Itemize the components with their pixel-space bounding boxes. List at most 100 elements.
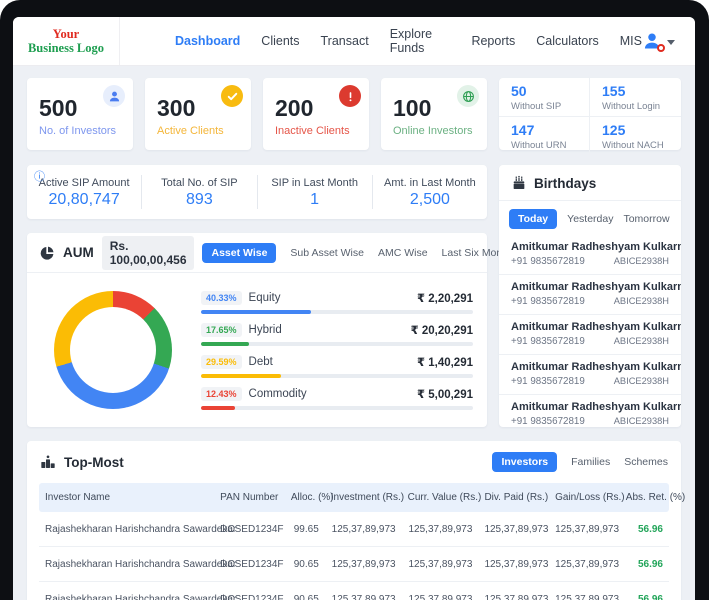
tab-today[interactable]: Today (509, 209, 557, 229)
cell-without-sip[interactable]: 50 Without SIP (499, 78, 590, 117)
col-curr-value[interactable]: Curr. Value (Rs.) (402, 483, 479, 512)
birthday-cake-icon (511, 175, 527, 191)
pct-badge: 12.43% (201, 387, 242, 401)
asset-amount: ₹ 2,20,291 (417, 291, 473, 305)
business-logo[interactable]: Your Business Logo (13, 17, 120, 65)
progress-track (201, 310, 473, 314)
col-investment[interactable]: Investment (Rs.) (325, 483, 402, 512)
table-row[interactable]: Rajashekharan Harishchandra Sawardekar D… (39, 582, 669, 600)
progress-fill (201, 310, 311, 314)
card-no-of-investors[interactable]: 500 No. of Investors (27, 78, 133, 150)
globe-icon (457, 85, 479, 107)
topmost-card: Top-Most Investors Families Schemes (27, 441, 681, 600)
cell-without-nach[interactable]: 125 Without NACH (590, 117, 681, 155)
user-avatar-icon (642, 31, 662, 51)
mini-value: 125 (602, 122, 669, 138)
podium-chart-icon (40, 454, 56, 470)
cell-without-urn[interactable]: 147 Without URN (499, 117, 590, 155)
aum-total-badge: Rs. 100,00,00,456 (102, 236, 195, 270)
col-alloc[interactable]: Alloc. (%) (285, 483, 325, 512)
table-row[interactable]: Rajashekharan Harishchandra Sawardekar D… (39, 547, 669, 582)
stat-label: No. of Investors (39, 125, 121, 137)
progress-fill (201, 374, 281, 378)
nav-reports[interactable]: Reports (471, 34, 515, 48)
phone: +91 9835672819 (511, 376, 585, 387)
card-online-investors[interactable]: 100 Online Investors (381, 78, 487, 150)
table-row[interactable]: Rajashekharan Harishchandra Sawardekar D… (39, 512, 669, 547)
mini-label: Without Login (602, 101, 669, 112)
asset-amount: ₹ 5,00,291 (417, 387, 473, 401)
stat-label: Active Clients (157, 125, 239, 137)
progress-fill (201, 406, 235, 410)
tab-yesterday[interactable]: Yesterday (567, 213, 613, 225)
sip-last-month-amount: Amt. in Last Month 2,500 (372, 175, 487, 209)
progress-track (201, 406, 473, 410)
birthday-list-item: Amitkumar Radheshyam Kulkarni +91 983567… (499, 315, 681, 355)
col-investor-name[interactable]: Investor Name (39, 483, 214, 512)
sip-total-count: Total No. of SIP 893 (141, 175, 256, 209)
pan: ABICE2938H (614, 256, 669, 267)
tab-amc-wise[interactable]: AMC Wise (378, 247, 428, 259)
phone: +91 9835672819 (511, 256, 585, 267)
table-header-row: Investor Name PAN Number Alloc. (%) Inve… (39, 483, 669, 512)
logo-line1: Your (53, 27, 79, 41)
col-abs-ret[interactable]: Abs. Ret. (%) (620, 483, 669, 512)
phone: +91 9835672819 (511, 336, 585, 347)
tab-asset-wise[interactable]: Asset Wise (202, 243, 276, 263)
asset-amount: ₹ 20,20,291 (411, 323, 473, 337)
alloc-row-equity: 40.33% Equity ₹ 2,20,291 (201, 291, 473, 314)
birthdays-list: Amitkumar Radheshyam Kulkarni +91 983567… (499, 235, 681, 427)
topmost-tabs: Investors Families Schemes (492, 452, 668, 472)
topmost-title: Top-Most (64, 455, 124, 470)
pan: ABICE2938H (614, 416, 669, 427)
pct-badge: 40.33% (201, 291, 242, 305)
mini-value: 147 (511, 122, 577, 138)
birthday-list-item: Amitkumar Radheshyam Kulkarni +91 983567… (499, 275, 681, 315)
check-circle-icon (221, 85, 243, 107)
aum-card: AUM Rs. 100,00,00,456 Asset Wise Sub Ass… (27, 233, 487, 427)
tab-schemes[interactable]: Schemes (624, 456, 668, 468)
topmost-header: Top-Most Investors Families Schemes (27, 441, 681, 483)
tab-sub-asset-wise[interactable]: Sub Asset Wise (290, 247, 364, 259)
tab-investors[interactable]: Investors (492, 452, 557, 472)
nav-transact[interactable]: Transact (321, 34, 369, 48)
card-inactive-clients[interactable]: 200 Inactive Clients (263, 78, 369, 150)
pan: ABICE2938H (614, 296, 669, 307)
nav-dashboard[interactable]: Dashboard (175, 34, 240, 48)
info-icon[interactable]: ⓘ (34, 168, 45, 184)
col-div-paid[interactable]: Div. Paid (Rs.) (478, 483, 549, 512)
phone: +91 9835672819 (511, 296, 585, 307)
aum-content: 40.33% Equity ₹ 2,20,291 17.65% (27, 273, 487, 427)
nav-clients[interactable]: Clients (261, 34, 299, 48)
asset-amount: ₹ 1,40,291 (417, 355, 473, 369)
cell-without-login[interactable]: 155 Without Login (590, 78, 681, 117)
col-gain-loss[interactable]: Gain/Loss (Rs.) (549, 483, 620, 512)
sip-summary-strip: ⓘ Active SIP Amount 20,80,747 Total No. … (27, 165, 487, 219)
birthdays-card: Birthdays Today Yesterday Tomorrow Amitk… (499, 165, 681, 427)
col-pan-number[interactable]: PAN Number (214, 483, 285, 512)
card-active-clients[interactable]: 300 Active Clients (145, 78, 251, 150)
window-frame: Your Business Logo Dashboard Clients Tra… (0, 0, 709, 600)
aum-donut (54, 291, 172, 409)
stat-label: Online Investors (393, 125, 475, 137)
tab-families[interactable]: Families (571, 456, 610, 468)
birthday-list-item: Amitkumar Radheshyam Kulkarni +91 983567… (499, 235, 681, 275)
topmost-table: Investor Name PAN Number Alloc. (%) Inve… (39, 483, 669, 600)
alert-circle-icon (339, 85, 361, 107)
aum-donut-wrap (27, 291, 199, 409)
aum-tabs: Asset Wise Sub Asset Wise AMC Wise Last … (202, 243, 516, 263)
asset-name: Equity (249, 292, 281, 304)
pct-badge: 29.59% (201, 355, 242, 369)
dashboard-body: 500 No. of Investors 300 Active Clients (13, 66, 695, 600)
user-menu[interactable] (642, 17, 695, 65)
asset-allocation-list: 40.33% Equity ₹ 2,20,291 17.65% (199, 285, 487, 416)
tab-tomorrow[interactable]: Tomorrow (623, 213, 669, 225)
chevron-down-icon (667, 40, 675, 45)
nav-calculators[interactable]: Calculators (536, 34, 599, 48)
pie-chart-icon (39, 245, 55, 261)
alloc-row-commodity: 12.43% Commodity ₹ 5,00,291 (201, 387, 473, 410)
nav-explore-funds[interactable]: Explore Funds (390, 27, 451, 55)
nav-mis[interactable]: MIS (620, 34, 642, 48)
progress-track (201, 342, 473, 346)
asset-name: Hybrid (249, 324, 282, 336)
